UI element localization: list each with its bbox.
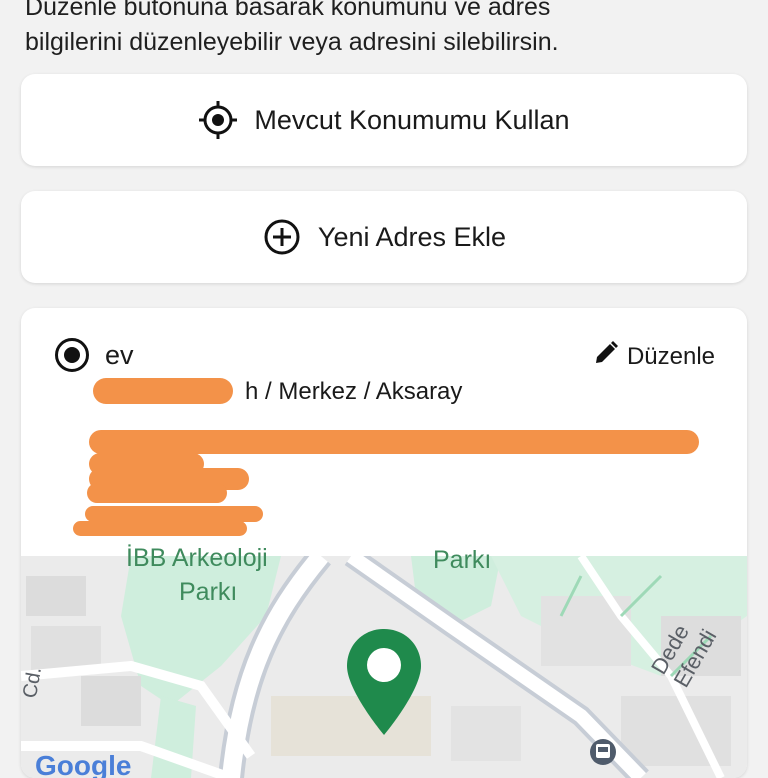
google-logo: Google <box>35 750 132 778</box>
add-new-address-button[interactable]: Yeni Adres Ekle <box>21 191 747 283</box>
redaction-mark <box>85 506 263 522</box>
address-card[interactable]: ev Düzenle h / Merkez / Aksaray İBB Arke… <box>21 308 747 778</box>
redaction-mark <box>93 378 233 404</box>
address-map[interactable]: İBB Arkeoloji Parkı Parkı Dede Efendi Cd… <box>21 544 747 778</box>
address-title: ev <box>105 340 134 370</box>
plus-circle-icon <box>262 217 302 257</box>
map-label-park: İBB Arkeoloji <box>126 544 268 572</box>
intro-text: Düzenle butonuna basarak konumunu ve adr… <box>25 0 745 60</box>
intro-line-2: bilgilerini düzenleyebilir veya adresini… <box>25 28 559 56</box>
redaction-mark <box>73 521 247 536</box>
location-pin-icon <box>347 629 421 735</box>
redaction-mark <box>89 430 699 454</box>
use-current-location-label: Mevcut Konumumu Kullan <box>254 104 570 135</box>
redaction-mark <box>87 483 227 503</box>
edit-address-button[interactable]: Düzenle <box>593 340 715 373</box>
edit-address-label: Düzenle <box>626 342 715 370</box>
use-current-location-button[interactable]: Mevcut Konumumu Kullan <box>21 74 747 166</box>
map-label-park: Parkı <box>179 578 238 606</box>
crosshair-icon <box>198 100 238 140</box>
address-radio-selected[interactable] <box>55 338 89 372</box>
pencil-icon <box>593 340 619 373</box>
add-new-address-label: Yeni Adres Ekle <box>317 221 507 252</box>
intro-line-1: Düzenle butonuna basarak konumunu ve adr… <box>25 0 551 21</box>
map-label-park: Parkı <box>433 546 492 574</box>
